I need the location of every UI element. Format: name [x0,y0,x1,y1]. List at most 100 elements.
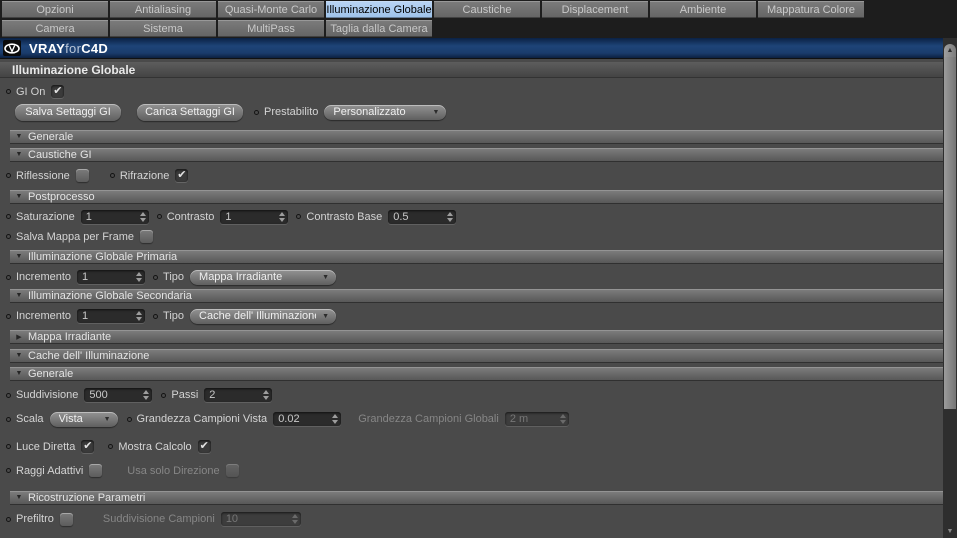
tab-camera[interactable]: Camera [2,20,108,37]
triangle-down-icon: ▼ [15,253,23,260]
preset-dropdown[interactable]: Personalizzato ▼ [324,104,447,120]
stepper-icon [291,514,298,524]
stepper-icon[interactable] [263,390,270,400]
scrollbar[interactable]: ▲ ▼ [943,38,957,538]
anim-dot-icon[interactable] [6,214,11,219]
stepper-icon[interactable] [447,211,454,222]
anim-dot-icon[interactable] [254,109,259,115]
stepper-icon[interactable] [139,211,146,222]
triangle-down-icon: ▼ [15,352,23,359]
param-label: Prefiltro [16,513,54,525]
check-icon: ✔ [177,169,187,181]
prefiltro-checkbox[interactable] [59,512,73,526]
passi-field[interactable]: 2 [204,388,273,402]
anim-dot-icon[interactable] [6,468,11,473]
section-mappa-irradiante[interactable]: ▶ Mappa Irradiante [10,330,943,343]
anim-dot-icon[interactable] [153,274,159,280]
section-gi-primaria[interactable]: ▼ Illuminazione Globale Primaria [10,250,943,263]
section-label: Generale [28,130,74,143]
section-ricostruzione-parametri[interactable]: ▼ Ricostruzione Parametri [10,491,943,504]
anim-dot-icon[interactable] [6,274,11,280]
section-generale-cache[interactable]: ▼ Generale [10,367,943,380]
param-label: Tipo [163,310,185,322]
anim-dot-icon[interactable] [153,313,159,319]
anim-dot-icon[interactable] [6,234,11,239]
anim-dot-icon[interactable] [161,392,167,398]
tab-opzioni[interactable]: Opzioni [2,1,108,18]
anim-dot-icon[interactable] [6,173,11,178]
riflessione-checkbox[interactable] [75,169,89,182]
saturazione-field[interactable]: 1 [80,209,149,224]
stepper-icon[interactable] [332,414,339,424]
tab-displacement[interactable]: Displacement [542,1,648,18]
suddivisione-campioni-field: 10 [220,512,301,526]
contrasto-field[interactable]: 1 [220,209,289,224]
check-icon: ✔ [53,85,63,97]
tab-taglia-dalla-camera[interactable]: Taglia dalla Camera [326,20,432,37]
brand-c4d: C4D [81,40,109,56]
anim-dot-icon[interactable] [109,173,115,178]
param-label: Tipo [163,271,185,283]
brand-bar: VRAYforC4D [0,38,943,59]
section-label: Caustiche GI [28,148,92,161]
tab-sistema[interactable]: Sistema [110,20,216,37]
anim-dot-icon[interactable] [6,313,11,319]
scroll-down-icon[interactable]: ▼ [944,525,956,537]
settings-panel: Illuminazione Globale GI On ✔ Salva Sett… [0,60,943,538]
param-label: Salva Mappa per Frame [16,230,134,243]
anim-dot-icon[interactable] [126,416,132,422]
salva-mappa-checkbox[interactable] [140,230,153,243]
scala-dropdown[interactable]: Vista ▼ [49,411,118,427]
scroll-up-icon[interactable]: ▲ [944,44,956,57]
stepper-icon[interactable] [279,211,286,222]
anim-dot-icon[interactable] [156,214,162,219]
load-gi-settings-button[interactable]: Carica Settaggi GI [137,103,243,121]
stepper-icon[interactable] [136,311,143,321]
section-caustiche-gi[interactable]: ▼ Caustiche GI [10,148,943,161]
tab-ambiente[interactable]: Ambiente [650,1,756,18]
tab-multipass[interactable]: MultiPass [218,20,324,37]
incremento-secondaria-field[interactable]: 1 [77,309,146,323]
chevron-down-icon: ▼ [322,312,330,320]
brand-vray: VRAY [29,40,66,56]
stepper-icon[interactable] [136,272,143,282]
param-label: Prestabilito [264,106,319,118]
tab-antialiasing[interactable]: Antialiasing [110,1,216,18]
scrollbar-thumb[interactable] [944,57,956,409]
save-gi-settings-button[interactable]: Salva Settaggi GI [15,103,121,121]
mostra-calcolo-checkbox[interactable]: ✔ [197,440,211,453]
suddivisione-field[interactable]: 500 [84,388,153,402]
stepper-icon[interactable] [143,390,150,400]
section-gi-secondaria[interactable]: ▼ Illuminazione Globale Secondaria [10,289,943,302]
tab-illuminazione-globale[interactable]: Illuminazione Globale [326,1,432,18]
param-salva-mappa: Salva Mappa per Frame [6,229,943,244]
tab-caustiche[interactable]: Caustiche [434,1,540,18]
anim-dot-icon[interactable] [6,392,11,398]
luce-diretta-checkbox[interactable]: ✔ [81,440,95,453]
anim-dot-icon[interactable] [6,444,11,449]
section-label: Cache dell' Illuminazione [28,349,150,362]
anim-dot-icon[interactable] [6,416,11,422]
tab-mappatura-colore[interactable]: Mappatura Colore [758,1,864,18]
tipo-primaria-dropdown[interactable]: Mappa Irradiante ▼ [190,269,337,285]
anim-dot-icon[interactable] [6,89,11,94]
tipo-secondaria-dropdown[interactable]: Cache dell' Illuminazione ▼ [190,308,337,324]
anim-dot-icon[interactable] [6,516,11,522]
raggi-adattivi-checkbox[interactable] [89,464,103,477]
chevron-down-icon: ▼ [103,415,111,423]
section-label: Mappa Irradiante [28,330,112,343]
section-label: Illuminazione Globale Secondaria [28,289,192,302]
anim-dot-icon[interactable] [108,444,114,449]
contrasto-base-field[interactable]: 0.5 [388,209,457,224]
grandezza-campioni-vista-field[interactable]: 0.02 [273,412,342,426]
section-postprocesso[interactable]: ▼ Postprocesso [10,190,943,203]
usa-solo-direzione-checkbox [225,464,239,477]
section-generale[interactable]: ▼ Generale [10,130,943,143]
incremento-primaria-field[interactable]: 1 [77,270,146,284]
gi-on-checkbox[interactable]: ✔ [51,85,65,98]
section-cache-illuminazione[interactable]: ▼ Cache dell' Illuminazione [10,349,943,362]
anim-dot-icon[interactable] [296,214,302,219]
rifrazione-checkbox[interactable]: ✔ [175,169,189,182]
tab-quasi-monte-carlo[interactable]: Quasi-Monte Carlo [218,1,324,18]
triangle-down-icon: ▼ [15,133,23,140]
